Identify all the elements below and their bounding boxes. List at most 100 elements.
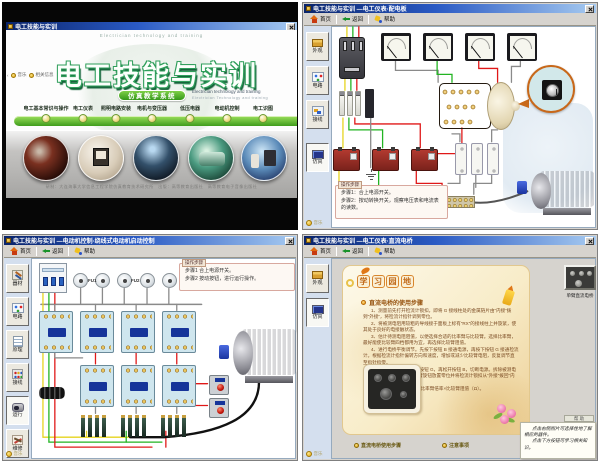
home-button[interactable]: 首页 <box>307 246 334 256</box>
music-label[interactable]: 音乐 <box>18 72 27 78</box>
stamp-char: 学 <box>357 275 370 288</box>
contactor-4[interactable] <box>162 311 196 353</box>
paragraph-3: 3、估计待测电阻阻值，以便选择合适的比率臂与比较臂。选择比率臂，最好能使比较臂四… <box>363 334 519 346</box>
music-icon[interactable] <box>11 73 16 78</box>
titlebar-dc-bridge: 电工技能与实训 —电工仪表·直流电桥 <box>304 236 596 245</box>
relay-unit-1 <box>455 143 467 175</box>
product-photo-breaker <box>133 135 179 181</box>
menu-button-5[interactable] <box>186 114 195 123</box>
close-button[interactable] <box>585 5 594 13</box>
fuse-1 <box>73 273 88 288</box>
help-button[interactable]: 帮助 <box>371 14 398 24</box>
sidebar-item-circuit[interactable]: 电路 <box>306 66 329 95</box>
sidebar-item-appearance[interactable]: 外观 <box>306 32 329 61</box>
sidebar-item-circuit[interactable]: 电路 <box>6 297 29 326</box>
help-label: 帮助 <box>384 247 395 255</box>
help-button[interactable]: 帮助 <box>71 246 98 256</box>
home-icon <box>10 247 18 255</box>
contactor-6[interactable] <box>121 365 155 407</box>
fuse-tube <box>339 91 345 116</box>
close-button[interactable] <box>285 237 294 245</box>
ground-symbol <box>365 169 377 179</box>
music-control[interactable]: 音乐 <box>306 451 323 457</box>
pushbutton-station-1[interactable] <box>209 375 229 395</box>
menu-button-6[interactable] <box>223 114 232 123</box>
starting-resistor <box>175 415 179 437</box>
sidebar-item-appearance[interactable]: 外观 <box>306 264 329 293</box>
step-line-1: 步骤1 合上电源开关。 <box>185 268 290 276</box>
fuse-tube <box>347 91 353 116</box>
main-breaker[interactable] <box>339 37 365 79</box>
analog-meter-2 <box>423 33 453 61</box>
contactor-2[interactable] <box>80 311 114 353</box>
flower-decoration <box>493 402 519 426</box>
close-button[interactable] <box>585 237 594 245</box>
link-usage-steps[interactable]: 直流电桥使用步骤 <box>354 442 401 449</box>
menu-button-3[interactable] <box>112 114 121 123</box>
current-transformer-3 <box>411 149 438 171</box>
back-button[interactable]: 返回 <box>39 246 66 256</box>
home-button[interactable]: 首页 <box>307 14 334 24</box>
home-button[interactable]: 首页 <box>7 246 34 256</box>
link-precautions[interactable]: 注意事项 <box>442 442 469 449</box>
step-line-1: 步骤1：合上电源开关。 <box>341 190 443 198</box>
menu-button-2[interactable] <box>79 114 88 123</box>
help-button[interactable]: 帮助 <box>371 246 398 256</box>
main-breaker[interactable] <box>39 263 67 293</box>
package-icon <box>312 271 323 279</box>
sidebar-item-wiring[interactable]: 接线 <box>306 100 329 129</box>
contactor-1[interactable] <box>39 311 73 353</box>
music-label: 音乐 <box>14 451 23 457</box>
learning-page: 学 习 园 地 直流电桥的使用步骤 1、测量前先打开检流计锁扣，即将 G 接线柱… <box>331 258 596 459</box>
music-label: 音乐 <box>314 220 323 226</box>
menu-item-motors-transformers[interactable]: 电机与变压器 <box>137 105 167 112</box>
device-thumbnail[interactable] <box>564 265 596 290</box>
music-control[interactable]: 音乐 <box>306 220 323 226</box>
wiring-icon <box>312 106 324 116</box>
contactor-5[interactable] <box>80 365 114 407</box>
step-line-2: 步骤2 按动按钮，进行运行操作。 <box>185 276 290 284</box>
paragraph-1: 1、测量前先打开检流计锁扣，即将 G 接线柱处的金属链片由“内接”拨到“外接”，… <box>363 308 519 320</box>
sidebar-item-run[interactable]: 运行 <box>6 396 29 425</box>
starting-resistor <box>88 415 92 437</box>
collapse-arrow-icon[interactable]: ‹ <box>7 73 9 78</box>
fuse-4 <box>140 273 155 288</box>
drum-switch[interactable] <box>439 83 491 129</box>
sidebar-item-simulation[interactable]: 仿真 <box>306 298 329 327</box>
menu-item-basics[interactable]: 电工基本常识与操作 <box>23 105 68 112</box>
menu-button-4[interactable] <box>148 114 157 123</box>
menu-item-instruments[interactable]: 电工仪表 <box>73 105 93 112</box>
music-control[interactable]: 音乐 <box>6 451 23 457</box>
menu-item-lighting[interactable]: 照明电路安装 <box>101 105 131 112</box>
info-icon[interactable] <box>29 73 34 78</box>
magnifier-callout[interactable] <box>527 65 575 113</box>
home-icon <box>310 247 318 255</box>
menu-item-motor-control[interactable]: 电动机控制 <box>214 105 239 112</box>
sidebar-item-simulation[interactable]: 仿真 <box>306 143 329 172</box>
contactor-3[interactable] <box>121 311 155 353</box>
sidebar-label: 运行 <box>12 413 22 418</box>
back-button[interactable]: 返回 <box>339 246 366 256</box>
bullet-icon <box>361 300 366 305</box>
current-transformer-1 <box>333 149 360 171</box>
analog-meter-4 <box>507 33 537 61</box>
sidebar-item-wiring[interactable]: 接线 <box>6 363 29 392</box>
sidebar-item-equipment[interactable]: 器材 <box>6 264 29 293</box>
help-note: 点击右侧图片可选择性地了解相应的器件。 点击下方按钮可学习相关知识。 <box>520 422 596 459</box>
pushbutton-station-2[interactable] <box>209 398 229 418</box>
menu-item-lv-apparatus[interactable]: 低压电器 <box>180 105 200 112</box>
toolbar-separator <box>36 247 37 256</box>
steps-tab: 操作步骤 <box>338 181 362 189</box>
menu-button-7[interactable] <box>259 114 268 123</box>
sidebar-item-principle[interactable]: 原理 <box>6 330 29 359</box>
fuse-3 <box>117 273 132 288</box>
help-label: 帮助 <box>84 247 95 255</box>
menu-item-drawings[interactable]: 电工识图 <box>253 105 273 112</box>
contactor-7[interactable] <box>162 365 196 407</box>
main-title: 电工技能与实训 <box>44 54 269 93</box>
menu-button-1[interactable] <box>42 114 51 123</box>
back-button[interactable]: 返回 <box>339 14 366 24</box>
sidebar-label: 外观 <box>312 281 322 286</box>
window-title: 电工技能与实训 —电动机控制·绕线式电动机启动控制 <box>13 236 155 245</box>
selector-knob[interactable] <box>546 84 559 97</box>
